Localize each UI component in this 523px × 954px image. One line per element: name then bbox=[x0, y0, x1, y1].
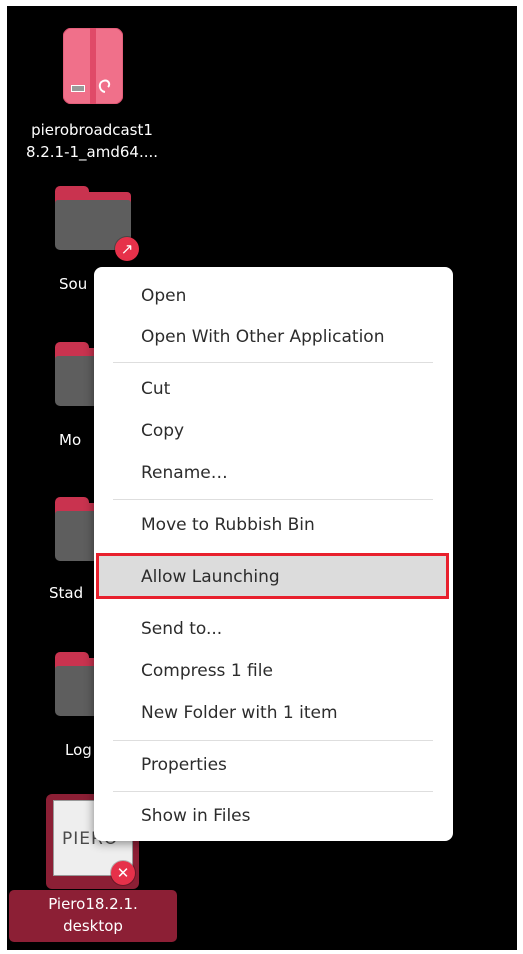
menu-separator bbox=[113, 362, 433, 363]
menu-item-move-to-rubbish-bin[interactable]: Move to Rubbish Bin bbox=[141, 513, 315, 537]
deb-package-label-line2: 8.2.1-1_amd64.... bbox=[25, 143, 159, 161]
context-menu: Open Open With Other Application Cut Cop… bbox=[94, 267, 453, 841]
desktop-file-label-line1: Piero18.2.1. bbox=[48, 895, 138, 913]
menu-item-new-folder-with-item[interactable]: New Folder with 1 item bbox=[141, 701, 338, 725]
menu-separator bbox=[113, 499, 433, 500]
debian-package-icon bbox=[62, 27, 124, 105]
folder-label: Sou bbox=[59, 275, 88, 293]
folder-label: Log bbox=[65, 741, 92, 759]
menu-item-open-with-other-application[interactable]: Open With Other Application bbox=[141, 325, 384, 349]
menu-item-compress[interactable]: Compress 1 file bbox=[141, 659, 273, 683]
deb-package-label-line1: pierobroadcast1 bbox=[31, 121, 153, 139]
folder-label: Stad bbox=[49, 584, 84, 602]
menu-item-allow-launching[interactable]: Allow Launching bbox=[141, 565, 280, 589]
menu-item-cut[interactable]: Cut bbox=[141, 377, 170, 401]
desktop-file-label-line2: desktop bbox=[63, 917, 123, 935]
menu-separator bbox=[113, 740, 433, 741]
desktop: pierobroadcast1 8.2.1-1_amd64.... ↗ Sou … bbox=[7, 6, 517, 950]
menu-item-show-in-files[interactable]: Show in Files bbox=[141, 804, 250, 828]
menu-item-properties[interactable]: Properties bbox=[141, 753, 227, 777]
folder-label: Mo bbox=[59, 431, 82, 449]
deb-package-file[interactable]: pierobroadcast1 8.2.1-1_amd64.... bbox=[7, 20, 177, 180]
symlink-arrow-icon: ↗ bbox=[115, 237, 139, 261]
menu-item-open[interactable]: Open bbox=[141, 284, 186, 308]
menu-item-rename[interactable]: Rename… bbox=[141, 461, 228, 485]
unlaunchable-x-icon: ✕ bbox=[111, 861, 135, 885]
menu-item-copy[interactable]: Copy bbox=[141, 419, 184, 443]
menu-item-send-to[interactable]: Send to... bbox=[141, 617, 222, 641]
menu-separator bbox=[113, 791, 433, 792]
